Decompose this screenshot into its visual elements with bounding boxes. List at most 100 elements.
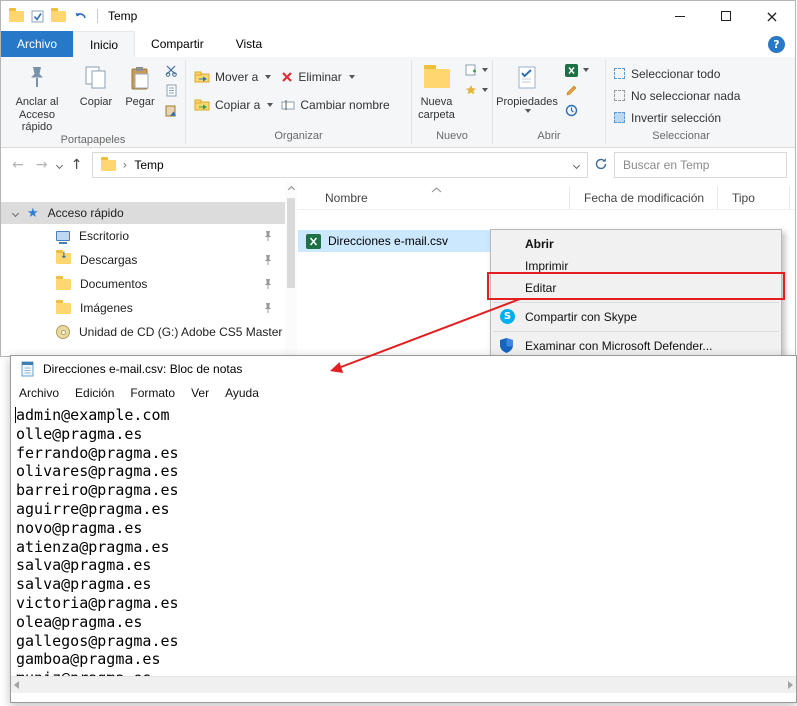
sidebar-item-descargas[interactable]: ↓ Descargas — [1, 248, 285, 272]
paste-button[interactable]: Pegar — [119, 57, 161, 109]
notepad-line: olea@pragma.es — [16, 613, 796, 632]
dropdown-caret — [525, 109, 531, 113]
sort-ascending-icon — [431, 187, 442, 193]
search-input[interactable] — [614, 152, 787, 178]
select-none-button[interactable]: No seleccionar nada — [614, 86, 740, 105]
menu-formato[interactable]: Formato — [122, 386, 183, 400]
up-button[interactable]: ↑ — [68, 157, 86, 173]
history-button[interactable] — [561, 103, 582, 117]
cut-button[interactable] — [161, 63, 182, 77]
pin-icon — [263, 278, 273, 293]
recent-locations-chevron[interactable] — [56, 161, 63, 168]
paste-shortcut-icon — [165, 104, 178, 117]
breadcrumb-item-temp[interactable]: Temp — [134, 158, 163, 172]
dropdown-caret — [265, 75, 271, 79]
dropdown-caret — [482, 68, 488, 72]
easy-access-button[interactable] — [461, 83, 492, 97]
context-menu-item-skype[interactable]: S Compartir con Skype — [491, 306, 781, 328]
group-label-organize: Organizar — [186, 130, 411, 147]
sidebar-item-escritorio[interactable]: Escritorio — [1, 224, 285, 248]
notepad-line: aguirre@pragma.es — [16, 500, 796, 519]
notepad-line: olle@pragma.es — [16, 425, 796, 444]
tab-compartir[interactable]: Compartir — [135, 31, 220, 57]
rename-button[interactable]: Cambiar nombre — [281, 95, 389, 115]
pencil-icon — [565, 84, 578, 97]
explorer-titlebar: Temp × — [1, 1, 795, 31]
scrollbar-thumb[interactable] — [287, 198, 295, 288]
select-all-icon — [614, 68, 625, 79]
refresh-button[interactable] — [594, 157, 608, 174]
column-header-modified[interactable]: Fecha de modificación — [570, 186, 718, 209]
breadcrumb[interactable]: › Temp — [92, 152, 588, 178]
desktop-icon — [56, 231, 70, 241]
scroll-right-icon[interactable] — [788, 681, 793, 689]
quick-access-icon: ★ — [27, 206, 39, 221]
qat-separator — [97, 9, 98, 23]
menu-edicion[interactable]: Edición — [67, 386, 122, 400]
notepad-text-area[interactable]: admin@example.com olle@pragma.es ferrand… — [11, 404, 796, 676]
pin-icon — [263, 230, 273, 245]
context-menu-item-imprimir[interactable]: Imprimir — [491, 255, 781, 277]
notepad-window: Direcciones e-mail.csv: Bloc de notas Ar… — [10, 355, 797, 703]
maximize-button[interactable] — [703, 1, 749, 31]
menu-archivo[interactable]: Archivo — [11, 386, 67, 400]
new-folder-qat-icon[interactable] — [51, 11, 66, 22]
context-menu-item-defender[interactable]: Examinar con Microsoft Defender... — [491, 335, 781, 357]
dropdown-caret — [583, 68, 589, 72]
expand-chevron-icon[interactable] — [12, 209, 19, 216]
pin-to-quick-access-button[interactable]: Anclar al Acceso rápido — [1, 57, 73, 134]
address-dropdown-chevron[interactable] — [573, 161, 580, 168]
menu-ayuda[interactable]: Ayuda — [217, 386, 267, 400]
invert-selection-button[interactable]: Invertir selección — [614, 108, 740, 127]
forward-button[interactable]: → — [33, 157, 51, 173]
select-all-button[interactable]: Seleccionar todo — [614, 64, 740, 83]
new-folder-icon — [424, 69, 450, 88]
horizontal-scrollbar[interactable] — [11, 676, 796, 693]
scroll-up-icon[interactable] — [287, 186, 294, 193]
select-none-icon — [614, 90, 625, 101]
minimize-button[interactable] — [657, 1, 703, 31]
delete-button[interactable]: Eliminar — [281, 67, 389, 87]
column-header-type[interactable]: Tipo — [718, 186, 790, 209]
notepad-line: olivares@pragma.es — [16, 462, 796, 481]
open-with-button[interactable] — [561, 63, 593, 77]
back-button[interactable]: ← — [9, 157, 27, 173]
context-menu-item-editar[interactable]: Editar — [491, 277, 781, 299]
sidebar-item-quick-access[interactable]: ★ Acceso rápido — [1, 202, 285, 224]
sidebar-scrollbar[interactable] — [285, 182, 297, 356]
sidebar-item-documentos[interactable]: Documentos — [1, 272, 285, 296]
scroll-left-icon[interactable] — [14, 681, 19, 689]
tab-archivo[interactable]: Archivo — [1, 31, 73, 57]
csv-excel-file-icon — [306, 234, 321, 249]
address-bar: ← → ↑ › Temp — [1, 148, 795, 182]
notepad-line: barreiro@pragma.es — [16, 481, 796, 500]
close-button[interactable]: × — [749, 1, 795, 31]
screenshot: Temp × Archivo Inicio Compartir Vista ? … — [0, 0, 797, 706]
move-to-button[interactable]: Mover a — [194, 67, 273, 87]
context-menu: Abrir Imprimir Editar S Compartir con Sk… — [490, 229, 782, 361]
sidebar-item-cd-drive[interactable]: Unidad de CD (G:) Adobe CS5 Master — [1, 320, 285, 344]
copy-to-button[interactable]: Copiar a — [194, 95, 273, 115]
group-label-clipboard: Portapapeles — [1, 134, 185, 147]
copy-path-button[interactable] — [161, 83, 182, 97]
window-controls: × — [657, 1, 795, 31]
notepad-line: victoria@pragma.es — [16, 594, 796, 613]
tab-inicio[interactable]: Inicio — [73, 31, 135, 57]
help-button[interactable]: ? — [768, 36, 785, 53]
undo-icon[interactable] — [73, 10, 87, 22]
paste-shortcut-button[interactable] — [161, 103, 182, 117]
copy-button[interactable]: Copiar — [73, 57, 119, 109]
new-folder-button[interactable]: Nueva carpeta — [412, 57, 461, 121]
sidebar-item-imagenes[interactable]: Imágenes — [1, 296, 285, 320]
properties-button[interactable]: Propiedades — [493, 57, 561, 113]
tab-vista[interactable]: Vista — [220, 31, 278, 57]
properties-qat-icon[interactable] — [31, 10, 44, 23]
context-menu-item-abrir[interactable]: Abrir — [491, 233, 781, 255]
edit-file-button[interactable] — [561, 83, 582, 97]
notepad-line: salva@pragma.es — [16, 556, 796, 575]
new-item-button[interactable] — [461, 63, 492, 77]
menu-ver[interactable]: Ver — [183, 386, 217, 400]
ribbon: Anclar al Acceso rápido Copiar Pegar — [1, 57, 795, 148]
notepad-bottom-strip — [11, 693, 796, 702]
notepad-line: atienza@pragma.es — [16, 538, 796, 557]
